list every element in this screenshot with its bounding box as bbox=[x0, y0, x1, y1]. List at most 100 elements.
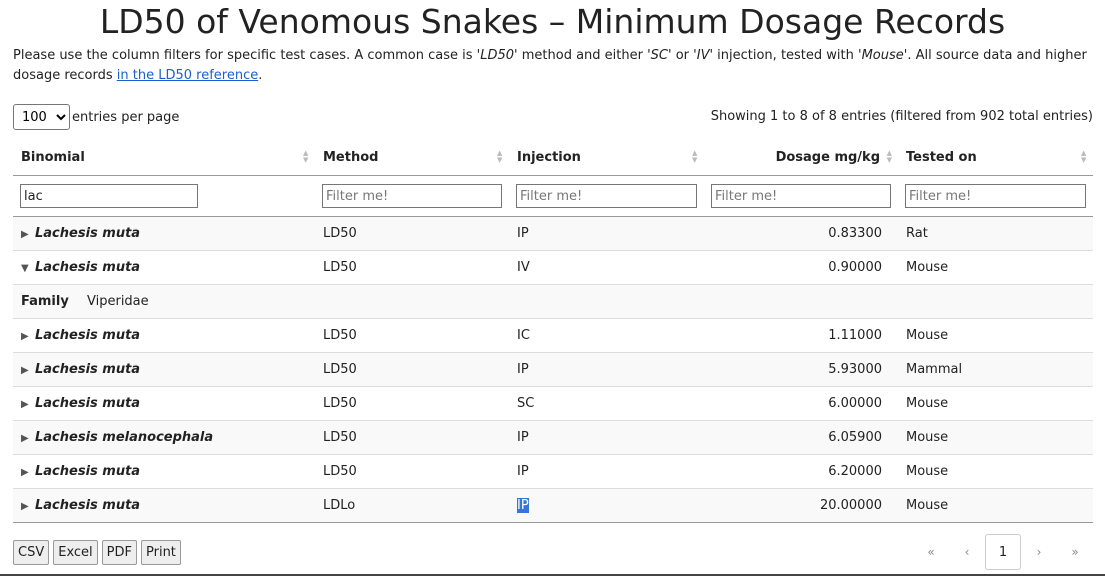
sort-icon: ▲ ▼ bbox=[497, 149, 503, 164]
cell-injection: IP bbox=[509, 420, 704, 455]
col-method[interactable]: Method ▲ ▼ bbox=[315, 140, 509, 176]
cell-injection: IV bbox=[509, 250, 704, 285]
cell-dosage: 5.93000 bbox=[704, 352, 898, 387]
cell-method: LD50 bbox=[315, 216, 509, 251]
intro-part: injection, tested with bbox=[713, 48, 858, 63]
pagination: « ‹ 1 › » bbox=[913, 534, 1093, 570]
filter-cell bbox=[315, 175, 509, 217]
child-detail: Family Viperidae bbox=[13, 284, 1093, 319]
table-row[interactable]: ▶ Lachesis muta LDLo IP 20.00000 Mouse bbox=[13, 488, 1093, 523]
first-page-button[interactable]: « bbox=[913, 545, 949, 559]
expand-icon[interactable]: ▶ bbox=[21, 331, 35, 342]
col-label: Tested on bbox=[906, 150, 977, 165]
table-row[interactable]: ▶ Lachesis muta LD50 IP 6.20000 Mouse bbox=[13, 454, 1093, 489]
print-button[interactable]: Print bbox=[141, 540, 181, 565]
cell-method: LD50 bbox=[315, 420, 509, 455]
col-label: Binomial bbox=[21, 150, 85, 165]
cell-binomial[interactable]: ▶ Lachesis muta bbox=[13, 216, 315, 251]
last-page-button[interactable]: » bbox=[1057, 545, 1093, 559]
header-row: Binomial ▲ ▼ Method ▲ ▼ Injection ▲ ▼ Dosage m… bbox=[13, 140, 1093, 176]
filter-injection-input[interactable] bbox=[516, 184, 697, 208]
expand-icon[interactable]: ▶ bbox=[21, 229, 35, 240]
binomial-text: Lachesis melanocephala bbox=[35, 430, 214, 445]
col-dosage[interactable]: Dosage mg/kg ▲ ▼ bbox=[704, 140, 898, 176]
col-binomial[interactable]: Binomial ▲ ▼ bbox=[13, 140, 315, 176]
cell-tested-on: Mouse bbox=[898, 386, 1093, 421]
cell-binomial[interactable]: ▶ Lachesis melanocephala bbox=[13, 420, 315, 455]
table-row[interactable]: ▶ Lachesis muta LD50 IP 0.83300 Rat bbox=[13, 216, 1093, 251]
sort-icon: ▲ ▼ bbox=[303, 149, 309, 164]
cell-dosage: 6.00000 bbox=[704, 386, 898, 421]
cell-injection: IC bbox=[509, 318, 704, 353]
sort-icon: ▲ ▼ bbox=[692, 149, 698, 164]
table-row[interactable]: ▼ Lachesis muta LD50 IV 0.90000 Mouse bbox=[13, 250, 1093, 285]
intro-tested: 'Mouse' bbox=[858, 48, 908, 63]
cell-dosage: 6.20000 bbox=[704, 454, 898, 489]
cell-binomial[interactable]: ▶ Lachesis muta bbox=[13, 488, 315, 523]
binomial-text: Lachesis muta bbox=[35, 396, 141, 411]
filter-row bbox=[13, 175, 1093, 217]
export-buttons: CSV Excel PDF Print bbox=[13, 540, 181, 565]
page-title: LD50 of Venomous Snakes – Minimum Dosage… bbox=[99, 2, 1006, 41]
table-row[interactable]: ▶ Lachesis muta LD50 SC 6.00000 Mouse bbox=[13, 386, 1093, 421]
expand-icon[interactable]: ▶ bbox=[21, 501, 35, 512]
col-label: Dosage mg/kg bbox=[775, 150, 880, 165]
entries-per-page-select[interactable]: 100 bbox=[13, 104, 70, 130]
cell-injection: IP bbox=[509, 488, 704, 523]
cell-injection: IP bbox=[509, 352, 704, 387]
expand-icon[interactable]: ▶ bbox=[21, 467, 35, 478]
entries-per-page: 100 entries per page bbox=[13, 104, 179, 130]
cell-tested-on: Mouse bbox=[898, 250, 1093, 285]
expand-icon[interactable]: ▶ bbox=[21, 399, 35, 410]
cell-dosage: 20.00000 bbox=[704, 488, 898, 523]
filter-dosage-input[interactable] bbox=[711, 184, 891, 208]
cell-dosage: 1.11000 bbox=[704, 318, 898, 353]
cell-tested-on: Rat bbox=[898, 216, 1093, 251]
cell-binomial[interactable]: ▶ Lachesis muta bbox=[13, 352, 315, 387]
csv-button[interactable]: CSV bbox=[13, 540, 50, 565]
table-row[interactable]: ▶ Lachesis muta LD50 IP 5.93000 Mammal bbox=[13, 352, 1093, 387]
ld50-table: Binomial ▲ ▼ Method ▲ ▼ Injection ▲ ▼ Dosage m… bbox=[13, 140, 1093, 523]
collapse-icon[interactable]: ▼ bbox=[21, 263, 35, 274]
intro-injection-iv: 'IV' bbox=[693, 48, 714, 63]
cell-method: LD50 bbox=[315, 386, 509, 421]
col-label: Method bbox=[323, 150, 379, 165]
col-injection[interactable]: Injection ▲ ▼ bbox=[509, 140, 704, 176]
intro-part: method and either bbox=[517, 48, 648, 63]
child-detail-row: Family Viperidae bbox=[13, 284, 1093, 319]
cell-injection: IP bbox=[509, 454, 704, 489]
filter-cell bbox=[704, 175, 898, 217]
filter-binomial-input[interactable] bbox=[20, 184, 198, 208]
excel-button[interactable]: Excel bbox=[53, 540, 98, 565]
intro-part: Please use the column filters for specif… bbox=[13, 48, 477, 63]
cell-method: LD50 bbox=[315, 454, 509, 489]
cell-binomial[interactable]: ▶ Lachesis muta bbox=[13, 318, 315, 353]
expand-icon[interactable]: ▶ bbox=[21, 365, 35, 376]
sort-icon: ▲ ▼ bbox=[1081, 149, 1087, 164]
binomial-text: Lachesis muta bbox=[35, 260, 141, 275]
expand-icon[interactable]: ▶ bbox=[21, 433, 35, 444]
cell-method: LD50 bbox=[315, 250, 509, 285]
cell-method: LD50 bbox=[315, 318, 509, 353]
intro-injection-sc: 'SC' bbox=[647, 48, 672, 63]
cell-dosage: 6.05900 bbox=[704, 420, 898, 455]
intro-method: 'LD50' bbox=[476, 48, 518, 63]
cell-binomial[interactable]: ▶ Lachesis muta bbox=[13, 454, 315, 489]
page-1-button[interactable]: 1 bbox=[985, 534, 1021, 570]
table-row[interactable]: ▶ Lachesis muta LD50 IC 1.11000 Mouse bbox=[13, 318, 1093, 353]
previous-page-button[interactable]: ‹ bbox=[949, 545, 985, 559]
ld50-reference-link[interactable]: in the LD50 reference bbox=[117, 68, 258, 83]
col-tested-on[interactable]: Tested on ▲ ▼ bbox=[898, 140, 1093, 176]
cell-tested-on: Mammal bbox=[898, 352, 1093, 387]
table-row[interactable]: ▶ Lachesis melanocephala LD50 IP 6.05900 … bbox=[13, 420, 1093, 455]
family-label: Family bbox=[21, 294, 69, 309]
cell-binomial[interactable]: ▼ Lachesis muta bbox=[13, 250, 315, 285]
filter-method-input[interactable] bbox=[322, 184, 502, 208]
next-page-button[interactable]: › bbox=[1021, 545, 1057, 559]
pdf-button[interactable]: PDF bbox=[101, 540, 137, 565]
filter-cell bbox=[13, 175, 315, 217]
filter-cell bbox=[509, 175, 704, 217]
filter-tested-on-input[interactable] bbox=[905, 184, 1086, 208]
selected-text: IP bbox=[517, 498, 529, 513]
cell-binomial[interactable]: ▶ Lachesis muta bbox=[13, 386, 315, 421]
